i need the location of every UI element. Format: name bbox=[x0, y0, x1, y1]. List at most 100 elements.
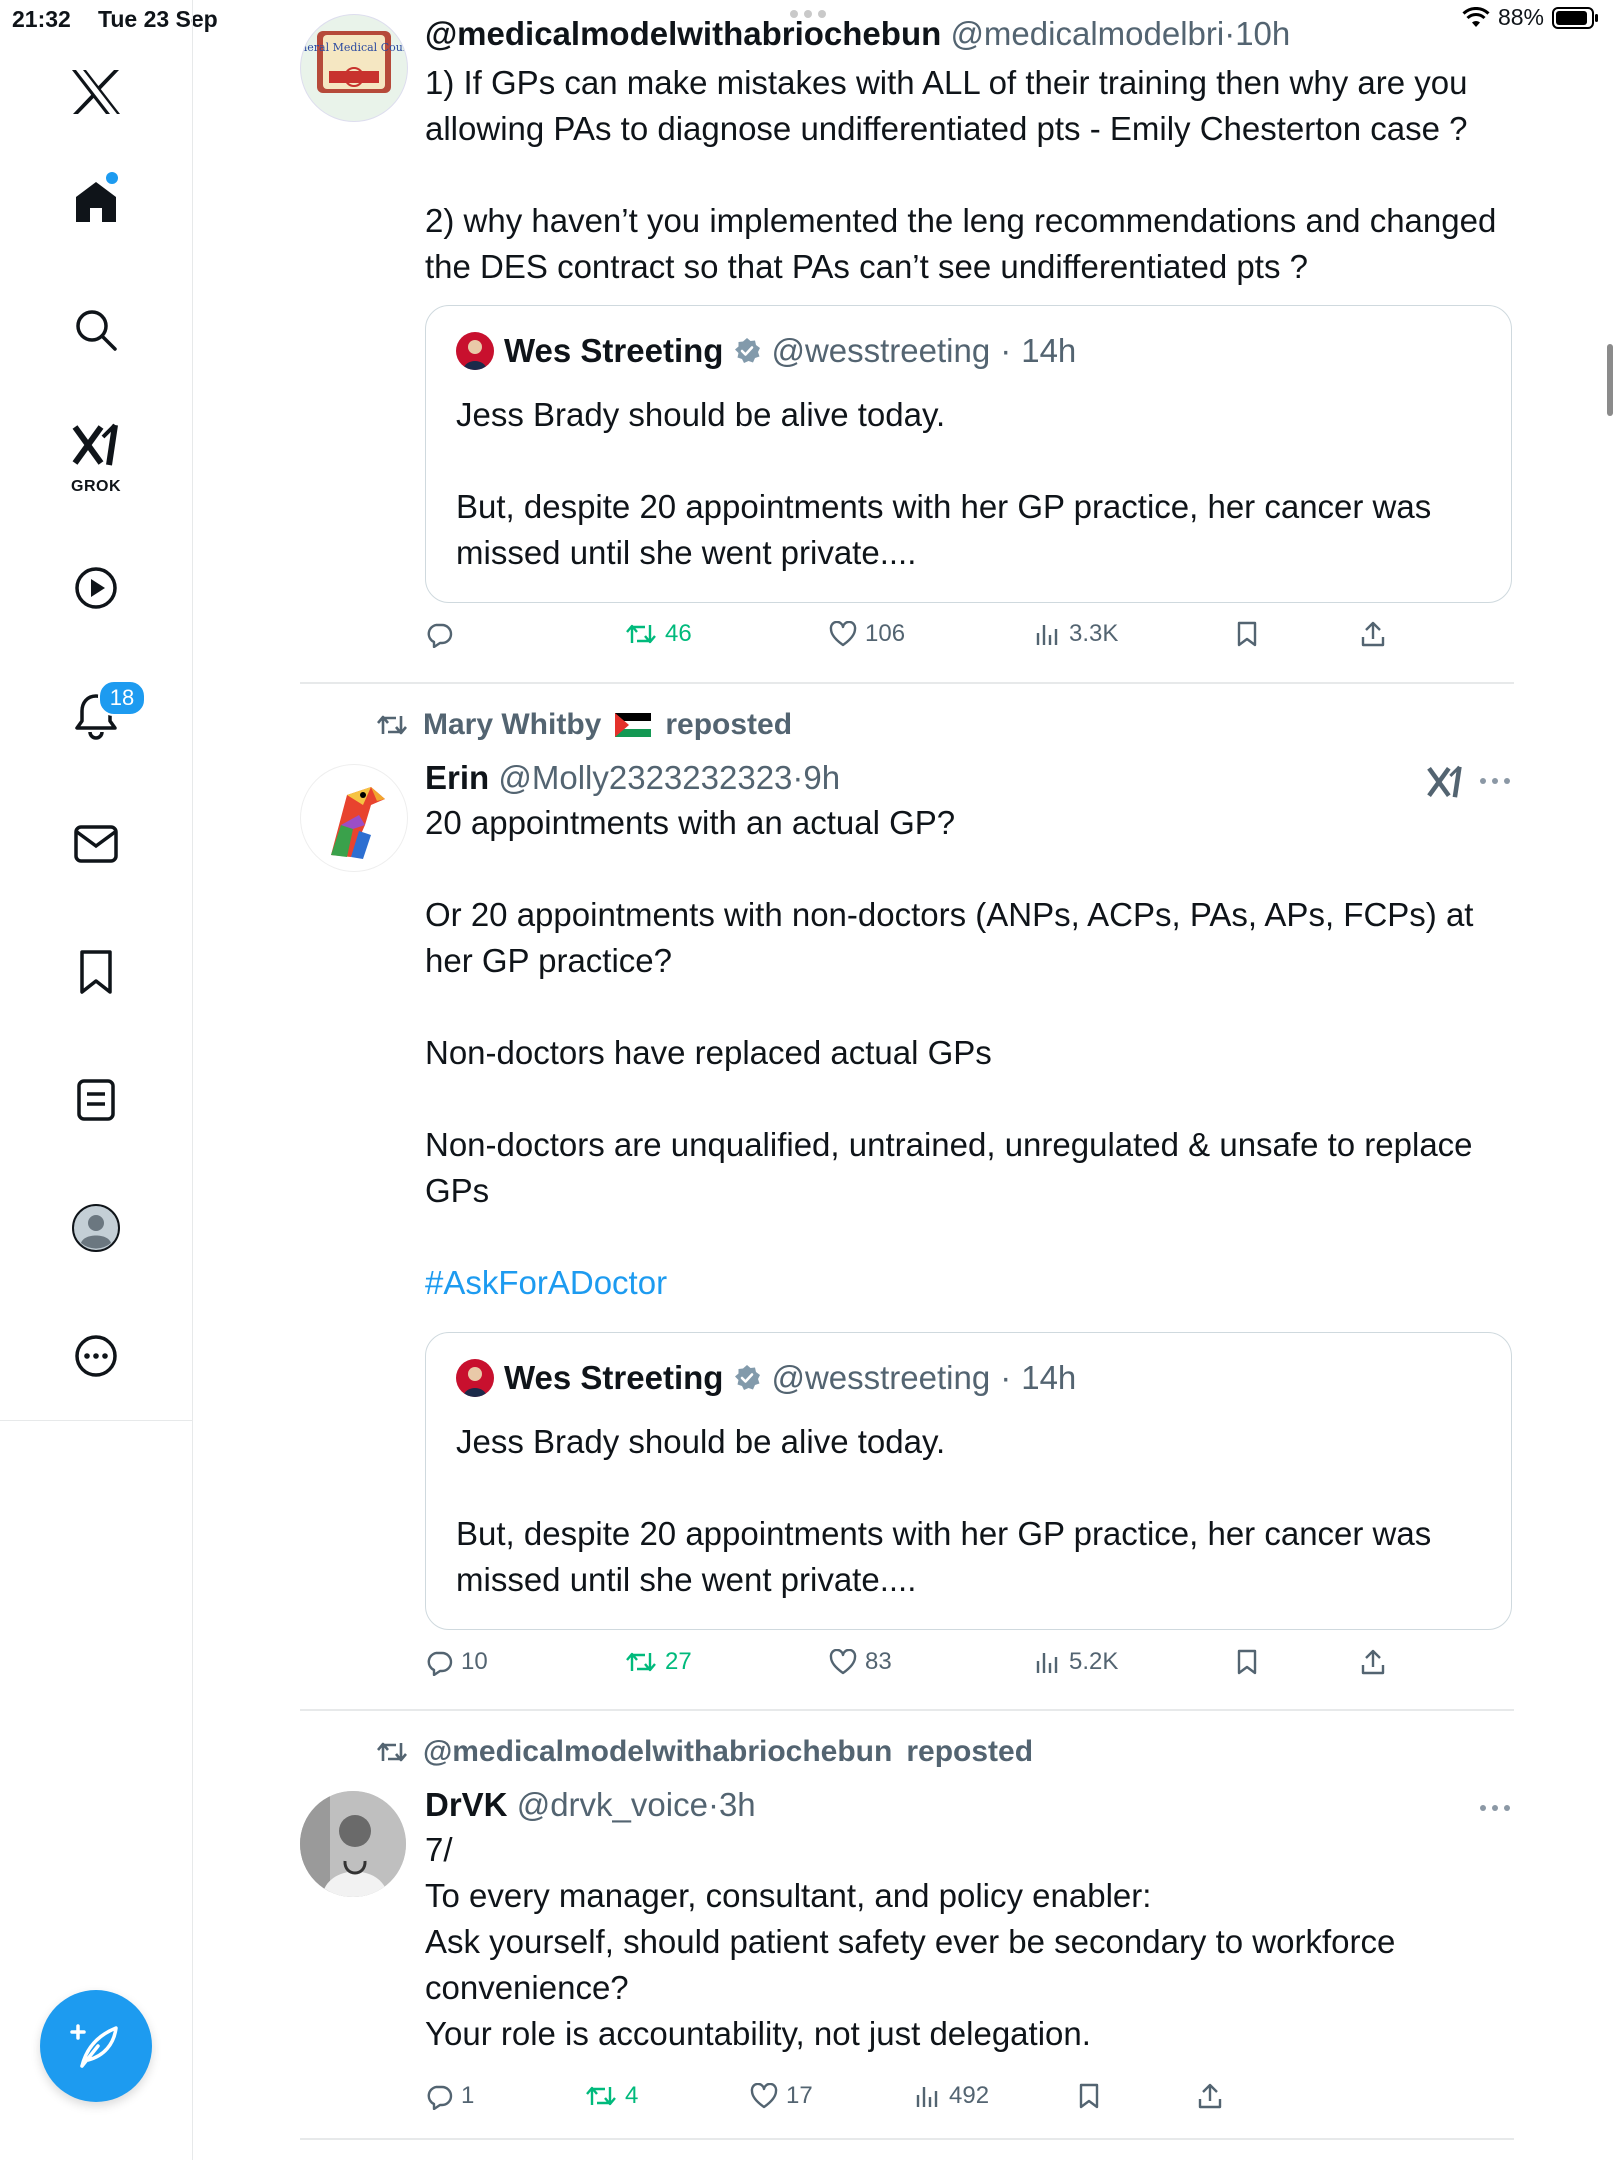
repost-button[interactable]: 27 bbox=[625, 1648, 692, 1676]
like-button[interactable]: 83 bbox=[829, 1648, 892, 1676]
reply-icon bbox=[427, 2085, 453, 2110]
tweet-actions: 46 106 3.3K bbox=[425, 620, 1425, 660]
reposter-name[interactable]: @medicalmodelwithabriochebun bbox=[423, 1735, 892, 1769]
share-button[interactable] bbox=[1360, 620, 1386, 648]
separator-dot: · bbox=[1000, 1359, 1012, 1396]
bookmark-button[interactable] bbox=[1235, 1648, 1259, 1676]
verified-icon bbox=[735, 1365, 761, 1390]
reply-button[interactable] bbox=[425, 620, 461, 648]
messages-icon[interactable] bbox=[56, 804, 136, 884]
scrollbar[interactable] bbox=[1607, 344, 1613, 416]
author-name[interactable]: @medicalmodelwithabriochebun bbox=[425, 15, 941, 52]
profile-icon[interactable] bbox=[56, 1188, 136, 1268]
reply-count: 10 bbox=[461, 1648, 488, 1675]
separator-dot: · bbox=[1224, 15, 1236, 52]
repost-icon bbox=[626, 1652, 656, 1672]
tweet-text: 20 appointments with an actual GP? Or 20… bbox=[425, 800, 1514, 1306]
reply-button[interactable]: 1 bbox=[425, 2082, 474, 2110]
grok-icon[interactable] bbox=[1426, 764, 1464, 800]
verified-icon bbox=[735, 338, 761, 363]
quoted-author-name: Wes Streeting bbox=[504, 1359, 724, 1396]
reply-icon bbox=[427, 1651, 453, 1676]
compose-button[interactable] bbox=[40, 1990, 152, 2102]
repost-button[interactable]: 46 bbox=[625, 620, 692, 648]
quoted-author-name: Wes Streeting bbox=[504, 332, 724, 369]
quoted-handle: @wesstreeting bbox=[771, 332, 991, 369]
quoted-avatar bbox=[456, 332, 494, 370]
avatar[interactable] bbox=[300, 764, 408, 872]
quoted-time: 14h bbox=[1021, 332, 1077, 369]
tweet-divider bbox=[300, 682, 1514, 684]
notifications-badge: 18 bbox=[98, 680, 146, 716]
reposted-label: reposted bbox=[665, 708, 793, 741]
repost-button[interactable]: 4 bbox=[585, 2082, 638, 2110]
home-unread-dot bbox=[106, 172, 118, 184]
palestine-flag-icon bbox=[615, 713, 652, 737]
quoted-tweet[interactable]: Wes Streeting @wesstreeting · 14h Jess Bra… bbox=[425, 305, 1512, 603]
reply-count: 1 bbox=[461, 2082, 475, 2109]
like-count: 106 bbox=[865, 620, 906, 647]
separator-dot: · bbox=[792, 759, 804, 796]
tweet-actions: 1 4 17 492 bbox=[425, 2082, 1425, 2122]
sidebar-divider bbox=[0, 1420, 192, 1421]
more-options-icon[interactable] bbox=[1480, 778, 1510, 784]
like-count: 83 bbox=[865, 1648, 892, 1675]
grok-label: GROK bbox=[71, 478, 121, 495]
reposter-name[interactable]: Mary Whitby bbox=[423, 708, 601, 742]
views-button[interactable]: 3.3K bbox=[1035, 620, 1118, 648]
quoted-text: Jess Brady should be alive today. But, d… bbox=[456, 1423, 1432, 1598]
quoted-tweet[interactable]: Wes Streeting @wesstreeting · 14h Jess Bra… bbox=[425, 1332, 1512, 1630]
views-count: 5.2K bbox=[1069, 1648, 1119, 1675]
heart-icon bbox=[750, 2083, 778, 2109]
bookmark-button[interactable] bbox=[1235, 620, 1259, 648]
repost-count: 27 bbox=[665, 1648, 692, 1675]
tweet[interactable]: DrVK @drvk_voice·3h 7/ To every manager,… bbox=[300, 1785, 1514, 2115]
avatar[interactable] bbox=[300, 1791, 406, 1897]
share-button[interactable] bbox=[1360, 1648, 1386, 1676]
repost-count: 4 bbox=[625, 2082, 639, 2109]
bookmark-icon bbox=[1079, 2083, 1099, 2109]
repost-icon bbox=[377, 1742, 407, 1762]
reposted-label: reposted bbox=[906, 1735, 1034, 1768]
search-icon[interactable] bbox=[56, 290, 136, 370]
tweet-time[interactable]: 9h bbox=[803, 759, 840, 796]
separator-dot: · bbox=[1000, 332, 1012, 369]
reply-icon bbox=[427, 623, 453, 648]
tweet-header: @medicalmodelwithabriochebun @medicalmod… bbox=[425, 14, 1514, 54]
tweet-actions-placeholder bbox=[425, 1785, 1425, 1825]
share-button[interactable] bbox=[1197, 2082, 1223, 2110]
share-icon bbox=[1198, 2083, 1222, 2109]
quoted-handle: @wesstreeting bbox=[771, 1359, 991, 1396]
more-options-icon[interactable] bbox=[1480, 1805, 1510, 1811]
author-handle[interactable]: @medicalmodelbri bbox=[950, 15, 1224, 52]
views-button[interactable]: 492 bbox=[915, 2082, 989, 2110]
grok-icon[interactable] bbox=[56, 410, 136, 480]
bookmarks-icon[interactable] bbox=[56, 932, 136, 1012]
x-logo-icon[interactable] bbox=[56, 52, 136, 132]
reply-button[interactable]: 10 bbox=[425, 1648, 488, 1676]
tweet-time[interactable]: 10h bbox=[1235, 15, 1290, 52]
compose-icon bbox=[70, 2024, 118, 2068]
repost-context: @medicalmodelwithabriochebun reposted bbox=[375, 1735, 1033, 1769]
bookmark-icon bbox=[1237, 1649, 1257, 1675]
quoted-text: Jess Brady should be alive today. But, d… bbox=[456, 396, 1432, 571]
views-button[interactable]: 5.2K bbox=[1035, 1648, 1118, 1676]
like-count: 17 bbox=[786, 2082, 813, 2109]
tweet[interactable]: General Medical Council @medicalmodelwit… bbox=[300, 14, 1514, 684]
like-button[interactable]: 106 bbox=[829, 620, 905, 648]
tweet[interactable]: Erin @Molly2323232323·9h 20 appointments… bbox=[300, 758, 1514, 1688]
home-icon[interactable] bbox=[56, 162, 136, 242]
hashtag-link[interactable]: #AskForADoctor bbox=[425, 1264, 667, 1301]
lists-icon[interactable] bbox=[56, 1060, 136, 1140]
author-name[interactable]: Erin bbox=[425, 759, 489, 796]
tweet-text: 1) If GPs can make mistakes with ALL of … bbox=[425, 64, 1497, 285]
more-icon[interactable] bbox=[56, 1316, 136, 1396]
heart-icon bbox=[829, 621, 857, 647]
repost-icon bbox=[377, 715, 407, 735]
like-button[interactable]: 17 bbox=[750, 2082, 813, 2110]
avatar[interactable]: General Medical Council bbox=[300, 14, 408, 122]
repost-count: 46 bbox=[665, 620, 692, 647]
video-icon[interactable] bbox=[56, 548, 136, 628]
author-handle[interactable]: @Molly2323232323 bbox=[498, 759, 792, 796]
bookmark-button[interactable] bbox=[1077, 2082, 1101, 2110]
